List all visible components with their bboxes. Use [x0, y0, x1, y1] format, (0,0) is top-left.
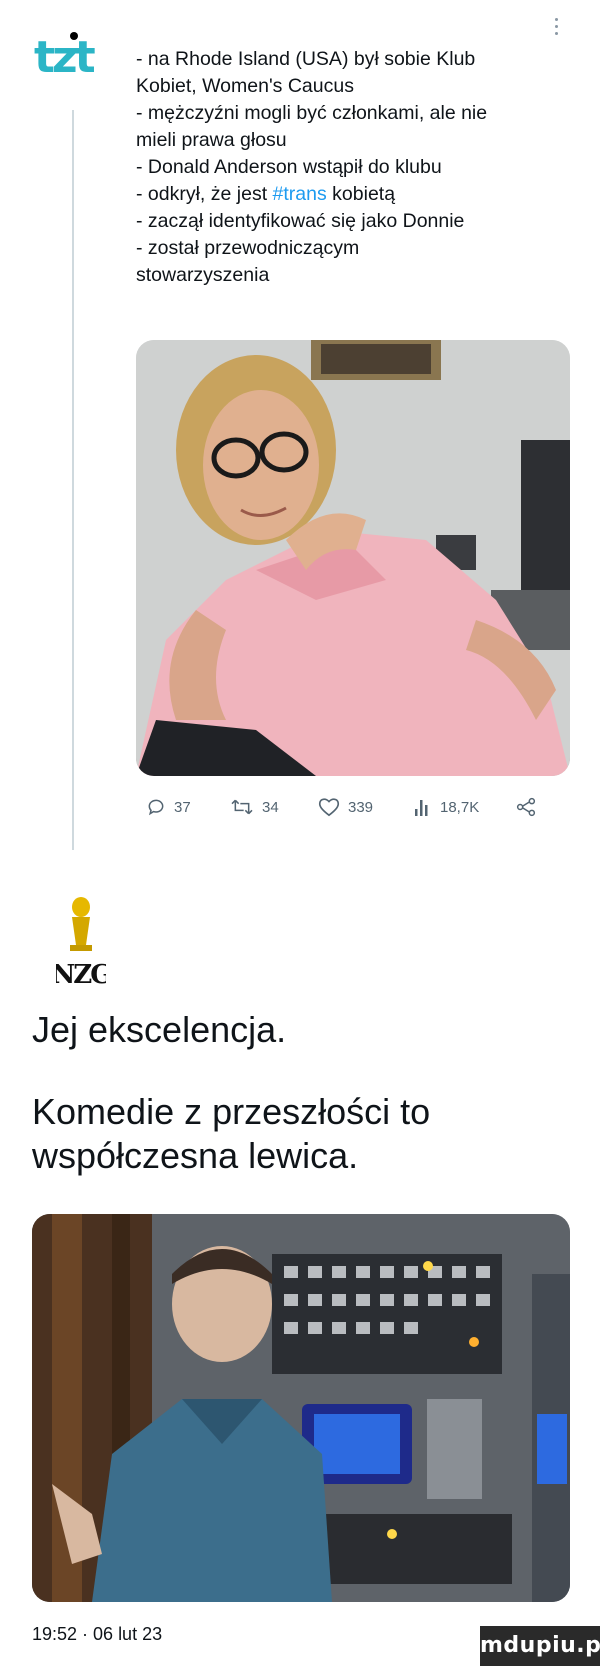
heart-icon: [318, 798, 340, 817]
share-button[interactable]: [516, 797, 536, 817]
tweet-text: - na Rhode Island (USA) był sobie Klub K…: [136, 46, 566, 289]
share-icon: [516, 797, 536, 817]
text-before-hashtag: - odkrył, że jest: [136, 183, 273, 205]
retweet-icon: [231, 799, 253, 815]
reply-paragraph-2: Komedie z przeszłości to współczesna lew…: [32, 1090, 568, 1178]
logo-text: tzt: [34, 32, 96, 83]
tweet-line: - na Rhode Island (USA) był sobie Klub: [136, 48, 476, 70]
views-count: 18,7K: [440, 798, 480, 816]
photo-illustration: [32, 1214, 570, 1602]
reply-line: Komedie z przeszłości to: [32, 1091, 431, 1132]
thread-connector-line: [72, 110, 74, 850]
more-options-icon[interactable]: [555, 18, 559, 39]
tweet-line: - został przewodniczącym: [136, 237, 360, 259]
views-button[interactable]: 18,7K: [414, 797, 479, 817]
tweet-line: - Donald Anderson wstąpił do klubu: [136, 156, 442, 178]
reply-count: 37: [174, 798, 191, 816]
tweet-line: - mężczyźni mogli być członkami, ale nie: [136, 102, 488, 124]
text-after-hashtag: kobietą: [326, 183, 396, 205]
views-chart-icon: [415, 800, 428, 816]
retweet-button[interactable]: 34: [230, 797, 279, 817]
author-logo-nzg[interactable]: NZG: [52, 895, 113, 990]
reply-line: współczesna lewica.: [32, 1135, 359, 1176]
nzg-logo-text: NZG: [56, 960, 106, 989]
reply-text: Jej ekscelencja. Komedie z przeszłości t…: [32, 1008, 568, 1216]
watermark: mdupiu.pl: [480, 1626, 600, 1666]
like-button[interactable]: 339: [318, 797, 373, 817]
tweet-photo[interactable]: [136, 340, 570, 776]
tweet-line: mieli prawa głosu: [136, 129, 287, 151]
nzg-logo-icon: NZG: [52, 897, 113, 990]
retweet-count: 34: [262, 798, 279, 816]
reply-photo[interactable]: [32, 1214, 570, 1602]
reply-icon: [148, 799, 164, 816]
author-logo-tzt[interactable]: tzt: [32, 32, 112, 84]
like-count: 339: [348, 798, 374, 816]
tweet-line: Kobiet, Women's Caucus: [136, 75, 354, 97]
post-timestamp: 19:52 · 06 lut 23: [32, 1624, 163, 1644]
tweet-line: - zaczął identyfikować się jako Donnie: [136, 210, 465, 232]
hashtag-link[interactable]: #trans: [273, 183, 327, 205]
reply-button[interactable]: 37: [146, 797, 191, 817]
tweet-line-hashtag: - odkrył, że jest #trans kobietą: [136, 181, 566, 208]
reply-paragraph-1: Jej ekscelencja.: [32, 1009, 287, 1050]
tweet-line: stowarzyszenia: [136, 264, 270, 286]
photo-illustration: [136, 340, 570, 776]
